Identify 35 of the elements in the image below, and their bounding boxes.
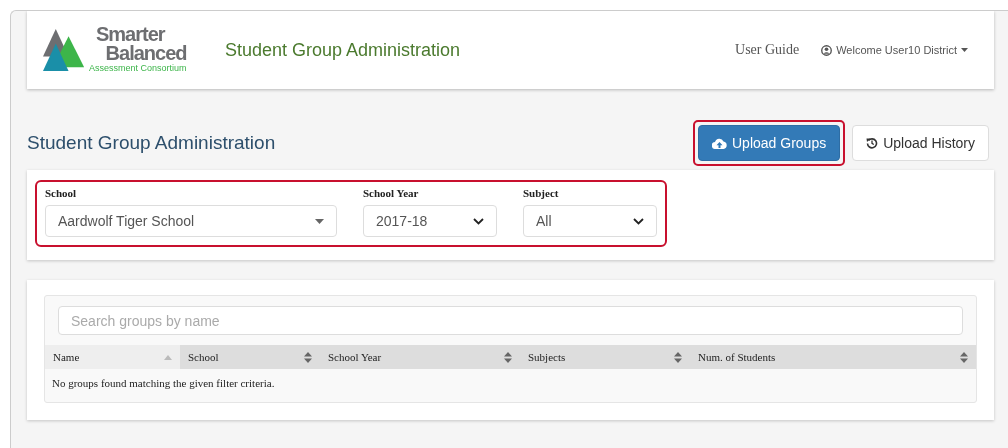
field-label: Subject bbox=[523, 187, 560, 199]
search-field[interactable]: Search groups by name bbox=[58, 306, 963, 335]
triangles-logo-icon bbox=[43, 29, 87, 71]
cloud-upload-icon bbox=[712, 137, 727, 149]
dropdown[interactable]: 2017-18 bbox=[363, 205, 497, 237]
sort-ascending-icon bbox=[164, 354, 172, 360]
sort-icon bbox=[674, 351, 682, 363]
field-label: School Year bbox=[363, 187, 420, 199]
empty-message: No groups found matching the given filter criteria. bbox=[51, 376, 276, 391]
logo-tagline: Assessment Consortium bbox=[89, 63, 187, 74]
app-title: Student Group Administration bbox=[225, 39, 461, 61]
caret-icon bbox=[961, 48, 968, 52]
upload-groups-button[interactable]: Upload Groups bbox=[698, 125, 841, 161]
column-header[interactable]: Num. of Students bbox=[690, 345, 976, 369]
user-icon bbox=[821, 44, 833, 56]
caret-icon bbox=[315, 218, 324, 224]
column-header[interactable]: School Year bbox=[320, 345, 520, 369]
logo-wordmark: Smarter bbox=[95, 25, 165, 44]
logo-wordmark: Balanced bbox=[105, 44, 187, 63]
chevron-down-icon bbox=[473, 217, 484, 225]
dropdown[interactable]: All bbox=[523, 205, 657, 237]
user-menu[interactable]: Welcome User10 District bbox=[821, 44, 968, 56]
sort-icon bbox=[304, 351, 312, 363]
field-label: School bbox=[45, 187, 78, 199]
school-dropdown[interactable]: Aardwolf Tiger School bbox=[45, 205, 337, 237]
history-icon bbox=[866, 137, 879, 149]
sort-icon bbox=[504, 351, 512, 363]
upload-history-button[interactable]: Upload History bbox=[852, 125, 989, 161]
column-header[interactable]: Subjects bbox=[520, 345, 690, 369]
user-guide-link[interactable]: User Guide bbox=[735, 42, 800, 58]
page-title: Student Group Administration bbox=[27, 132, 276, 154]
column-header[interactable]: School bbox=[180, 345, 320, 369]
chevron-down-icon bbox=[633, 217, 644, 225]
sort-icon bbox=[960, 351, 968, 363]
column-header[interactable]: Name bbox=[45, 345, 180, 369]
